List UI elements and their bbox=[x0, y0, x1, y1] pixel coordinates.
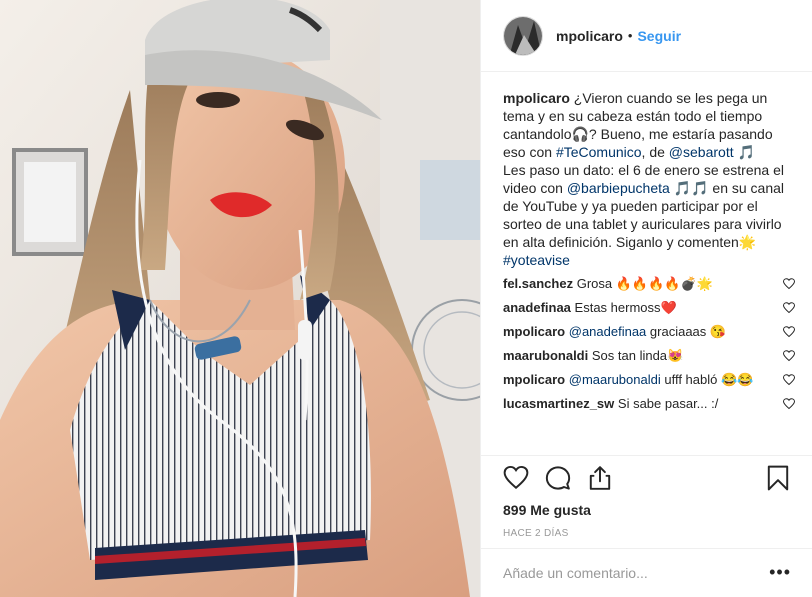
post-actions: 899 Me gusta HACE 2 DÍAS bbox=[481, 455, 812, 539]
comment-item: fel.sanchez Grosa 🔥🔥🔥🔥💣🌟 bbox=[503, 275, 795, 293]
comment-text: graciaaas 😘 bbox=[646, 324, 727, 339]
post-timestamp[interactable]: HACE 2 DÍAS bbox=[481, 528, 812, 539]
bookmark-icon[interactable] bbox=[765, 465, 791, 491]
comments-list[interactable]: mpolicaro ¿Vieron cuando se les pega un … bbox=[481, 73, 812, 453]
likes-count[interactable]: 899 Me gusta bbox=[481, 502, 812, 518]
comment-text: Si sabe pasar... :/ bbox=[617, 396, 719, 411]
avatar-image bbox=[504, 16, 542, 55]
comment-item: anadefinaa Estas hermoss❤️ bbox=[503, 299, 795, 317]
comment-item: mpolicaro @anadefinaa graciaaas 😘 bbox=[503, 323, 795, 341]
caption-text-3: 🎵 bbox=[733, 144, 755, 160]
author-username[interactable]: mpolicaro bbox=[556, 28, 623, 44]
add-comment-bar: ••• bbox=[481, 548, 812, 597]
mention-sebarott[interactable]: @sebarott bbox=[669, 144, 734, 160]
comment-item: maarubonaldi Sos tan linda😻 bbox=[503, 347, 795, 365]
share-icon[interactable] bbox=[587, 465, 613, 491]
caption-username[interactable]: mpolicaro bbox=[503, 90, 570, 106]
comment-username[interactable]: lucasmartinez_sw bbox=[503, 396, 614, 411]
comment-icon[interactable] bbox=[545, 465, 571, 491]
comment-like-icon[interactable] bbox=[783, 398, 795, 410]
action-icons bbox=[481, 456, 812, 500]
comment-username[interactable]: mpolicaro bbox=[503, 372, 565, 387]
comment-item: lucasmartinez_sw Si sabe pasar... :/ bbox=[503, 395, 795, 413]
comment-username[interactable]: maarubonaldi bbox=[503, 348, 588, 363]
comment-like-icon[interactable] bbox=[783, 350, 795, 362]
hashtag-tecomunico[interactable]: #TeComunico bbox=[556, 144, 642, 160]
header-separator: • bbox=[627, 28, 633, 43]
comment-text: Grosa 🔥🔥🔥🔥💣🌟 bbox=[576, 276, 713, 291]
comment-text: Estas hermoss❤️ bbox=[574, 300, 677, 315]
post-header: mpolicaro • Seguir bbox=[481, 0, 812, 72]
comment-username[interactable]: anadefinaa bbox=[503, 300, 571, 315]
comment-mention[interactable]: @anadefinaa bbox=[569, 324, 647, 339]
more-options-icon[interactable]: ••• bbox=[769, 563, 791, 581]
follow-button[interactable]: Seguir bbox=[637, 28, 681, 44]
instagram-post: mpolicaro • Seguir mpolicaro ¿Vieron cua… bbox=[0, 0, 812, 597]
post-photo[interactable] bbox=[0, 0, 480, 597]
mention-barbiepucheta[interactable]: @barbiepucheta bbox=[567, 180, 670, 196]
comment-like-icon[interactable] bbox=[783, 302, 795, 314]
comment-like-icon[interactable] bbox=[783, 278, 795, 290]
comment-like-icon[interactable] bbox=[783, 374, 795, 386]
author-avatar[interactable] bbox=[503, 15, 543, 56]
comment-like-icon[interactable] bbox=[783, 326, 795, 338]
add-comment-input[interactable] bbox=[503, 565, 753, 581]
hashtag-yoteavise[interactable]: #yoteavise bbox=[503, 252, 570, 268]
comment-text: ufff habló 😂😂 bbox=[660, 372, 754, 387]
comment-mention[interactable]: @maarubonaldi bbox=[569, 372, 661, 387]
comment-username[interactable]: mpolicaro bbox=[503, 324, 565, 339]
heart-outline-icon[interactable] bbox=[503, 465, 529, 491]
comment-text: Sos tan linda😻 bbox=[591, 348, 684, 363]
post-side-panel: mpolicaro • Seguir mpolicaro ¿Vieron cua… bbox=[480, 0, 812, 597]
caption-text-2: , de bbox=[641, 144, 669, 160]
comment-item: mpolicaro @maarubonaldi ufff habló 😂😂 bbox=[503, 371, 795, 389]
selfie-image bbox=[0, 0, 480, 597]
comment-username[interactable]: fel.sanchez bbox=[503, 276, 573, 291]
caption: mpolicaro ¿Vieron cuando se les pega un … bbox=[503, 89, 791, 269]
